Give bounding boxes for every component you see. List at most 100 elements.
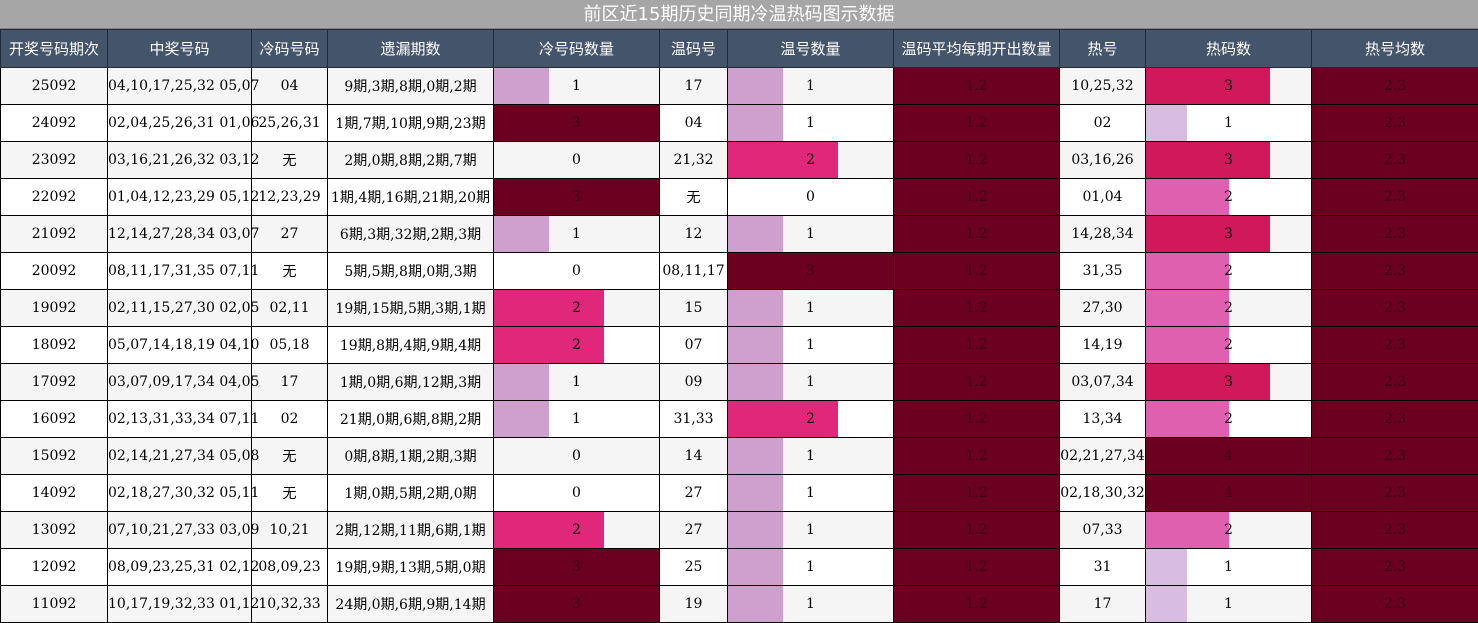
table-row: 1509202,14,21,27,34 05,08无0期,8期,1期,2期,3期… (1, 438, 1478, 475)
hot-count-bar-fill (1146, 105, 1187, 141)
col-header-hot-count: 热码数 (1146, 30, 1312, 68)
hot-count-bar-value: 2 (1224, 263, 1233, 279)
period-cell: 18092 (1, 327, 108, 364)
table-row: 2309203,16,21,26,32 03,12无2期,0期,8期,2期,7期… (1, 142, 1478, 179)
cold-count-bar-value: 3 (572, 559, 581, 575)
cold-count-bar-fill (494, 401, 549, 437)
warm-count-bar-fill (728, 512, 783, 548)
numbers-cell: 08,11,17,31,35 07,11 (108, 253, 252, 290)
hot-count-bar-fill (1146, 401, 1229, 437)
missing-periods-cell: 21期,0期,6期,8期,2期 (328, 401, 494, 438)
warm-count-bar-fill (728, 68, 783, 104)
cold-count-bar-fill (494, 68, 549, 104)
warm-numbers-cell: 27 (660, 512, 728, 549)
period-cell: 11092 (1, 586, 108, 623)
warm-count-bar-value: 1 (806, 115, 815, 131)
cold-count-bar: 1 (494, 68, 660, 105)
data-table: 开奖号码期次 中奖号码 冷码号码 遗漏期数 冷号码数量 温码号 温号数量 温码平… (0, 29, 1478, 623)
cold-count-bar: 3 (494, 549, 660, 586)
chart-title: 前区近15期历史同期冷温热码图示数据 (0, 0, 1478, 29)
warm-numbers-cell: 12 (660, 216, 728, 253)
hot-count-bar: 3 (1146, 216, 1312, 253)
hot-count-bar-value: 2 (1224, 300, 1233, 316)
cold-count-bar-value: 2 (572, 337, 581, 353)
warm-count-bar: 1 (728, 105, 894, 142)
warm-count-bar-value: 1 (806, 78, 815, 94)
hot-count-bar-value: 3 (1224, 152, 1233, 168)
hot-avg-cell: 2.3 (1312, 586, 1478, 623)
col-header-cold: 冷码号码 (252, 30, 328, 68)
hot-numbers-cell: 14,19 (1060, 327, 1146, 364)
numbers-cell: 02,11,15,27,30 02,05 (108, 290, 252, 327)
missing-periods-cell: 1期,0期,6期,12期,3期 (328, 364, 494, 401)
warm-avg-cell: 1.2 (894, 68, 1060, 105)
hot-count-bar-value: 3 (1224, 374, 1233, 390)
hot-count-bar: 1 (1146, 105, 1312, 142)
cold-numbers-cell: 17 (252, 364, 328, 401)
cold-count-bar: 3 (494, 586, 660, 623)
hot-avg-cell: 2.3 (1312, 438, 1478, 475)
cold-numbers-cell: 04 (252, 68, 328, 105)
warm-avg-cell: 1.2 (894, 105, 1060, 142)
hot-numbers-cell: 10,25,32 (1060, 68, 1146, 105)
col-header-numbers: 中奖号码 (108, 30, 252, 68)
table-row: 1609202,13,31,33,34 07,110221期,0期,6期,8期,… (1, 401, 1478, 438)
numbers-cell: 01,04,12,23,29 05,12 (108, 179, 252, 216)
cold-count-bar: 2 (494, 290, 660, 327)
hot-numbers-cell: 07,33 (1060, 512, 1146, 549)
missing-periods-cell: 24期,0期,6期,9期,14期 (328, 586, 494, 623)
header-row: 开奖号码期次 中奖号码 冷码号码 遗漏期数 冷号码数量 温码号 温号数量 温码平… (1, 30, 1478, 68)
hot-count-bar-value: 4 (1224, 485, 1233, 501)
hot-count-bar-value: 3 (1224, 226, 1233, 242)
warm-count-bar-fill (728, 475, 783, 511)
cold-numbers-cell: 10,32,33 (252, 586, 328, 623)
hot-numbers-cell: 31 (1060, 549, 1146, 586)
warm-count-bar: 2 (728, 401, 894, 438)
period-cell: 22092 (1, 179, 108, 216)
warm-count-bar-fill (728, 586, 783, 622)
warm-numbers-cell: 08,11,17 (660, 253, 728, 290)
cold-count-bar: 2 (494, 512, 660, 549)
period-cell: 12092 (1, 549, 108, 586)
warm-numbers-cell: 无 (660, 179, 728, 216)
cold-numbers-cell: 10,21 (252, 512, 328, 549)
hot-avg-cell: 2.3 (1312, 290, 1478, 327)
hot-avg-cell: 2.3 (1312, 142, 1478, 179)
cold-count-bar: 0 (494, 142, 660, 179)
table-body: 2509204,10,17,25,32 05,07049期,3期,8期,0期,2… (1, 68, 1478, 623)
cold-count-bar-fill (494, 290, 604, 326)
warm-count-bar: 1 (728, 327, 894, 364)
hot-count-bar-value: 1 (1224, 115, 1233, 131)
warm-count-bar: 1 (728, 475, 894, 512)
cold-count-bar: 3 (494, 105, 660, 142)
hot-count-bar-value: 2 (1224, 189, 1233, 205)
warm-avg-cell: 1.2 (894, 475, 1060, 512)
warm-avg-cell: 1.2 (894, 401, 1060, 438)
warm-count-bar: 2 (728, 142, 894, 179)
cold-count-bar: 2 (494, 327, 660, 364)
hot-numbers-cell: 03,16,26 (1060, 142, 1146, 179)
cold-count-bar: 0 (494, 253, 660, 290)
cold-numbers-cell: 05,18 (252, 327, 328, 364)
cold-numbers-cell: 02,11 (252, 290, 328, 327)
cold-count-bar-fill (494, 327, 604, 363)
col-header-warm-count: 温号数量 (728, 30, 894, 68)
hot-count-bar-fill (1146, 512, 1229, 548)
cold-count-bar: 1 (494, 364, 660, 401)
col-header-hot-avg: 热号均数 (1312, 30, 1478, 68)
warm-count-bar-fill (728, 438, 783, 474)
missing-periods-cell: 1期,4期,16期,21期,20期 (328, 179, 494, 216)
missing-periods-cell: 9期,3期,8期,0期,2期 (328, 68, 494, 105)
hot-count-bar-fill (1146, 586, 1187, 622)
cold-count-bar: 0 (494, 438, 660, 475)
cold-count-bar-fill (494, 364, 549, 400)
warm-count-bar: 1 (728, 216, 894, 253)
cold-numbers-cell: 无 (252, 253, 328, 290)
missing-periods-cell: 6期,3期,32期,2期,3期 (328, 216, 494, 253)
hot-avg-cell: 2.3 (1312, 216, 1478, 253)
cold-numbers-cell: 08,09,23 (252, 549, 328, 586)
period-cell: 25092 (1, 68, 108, 105)
warm-count-bar-value: 1 (806, 559, 815, 575)
cold-count-bar: 1 (494, 216, 660, 253)
hot-numbers-cell: 01,04 (1060, 179, 1146, 216)
